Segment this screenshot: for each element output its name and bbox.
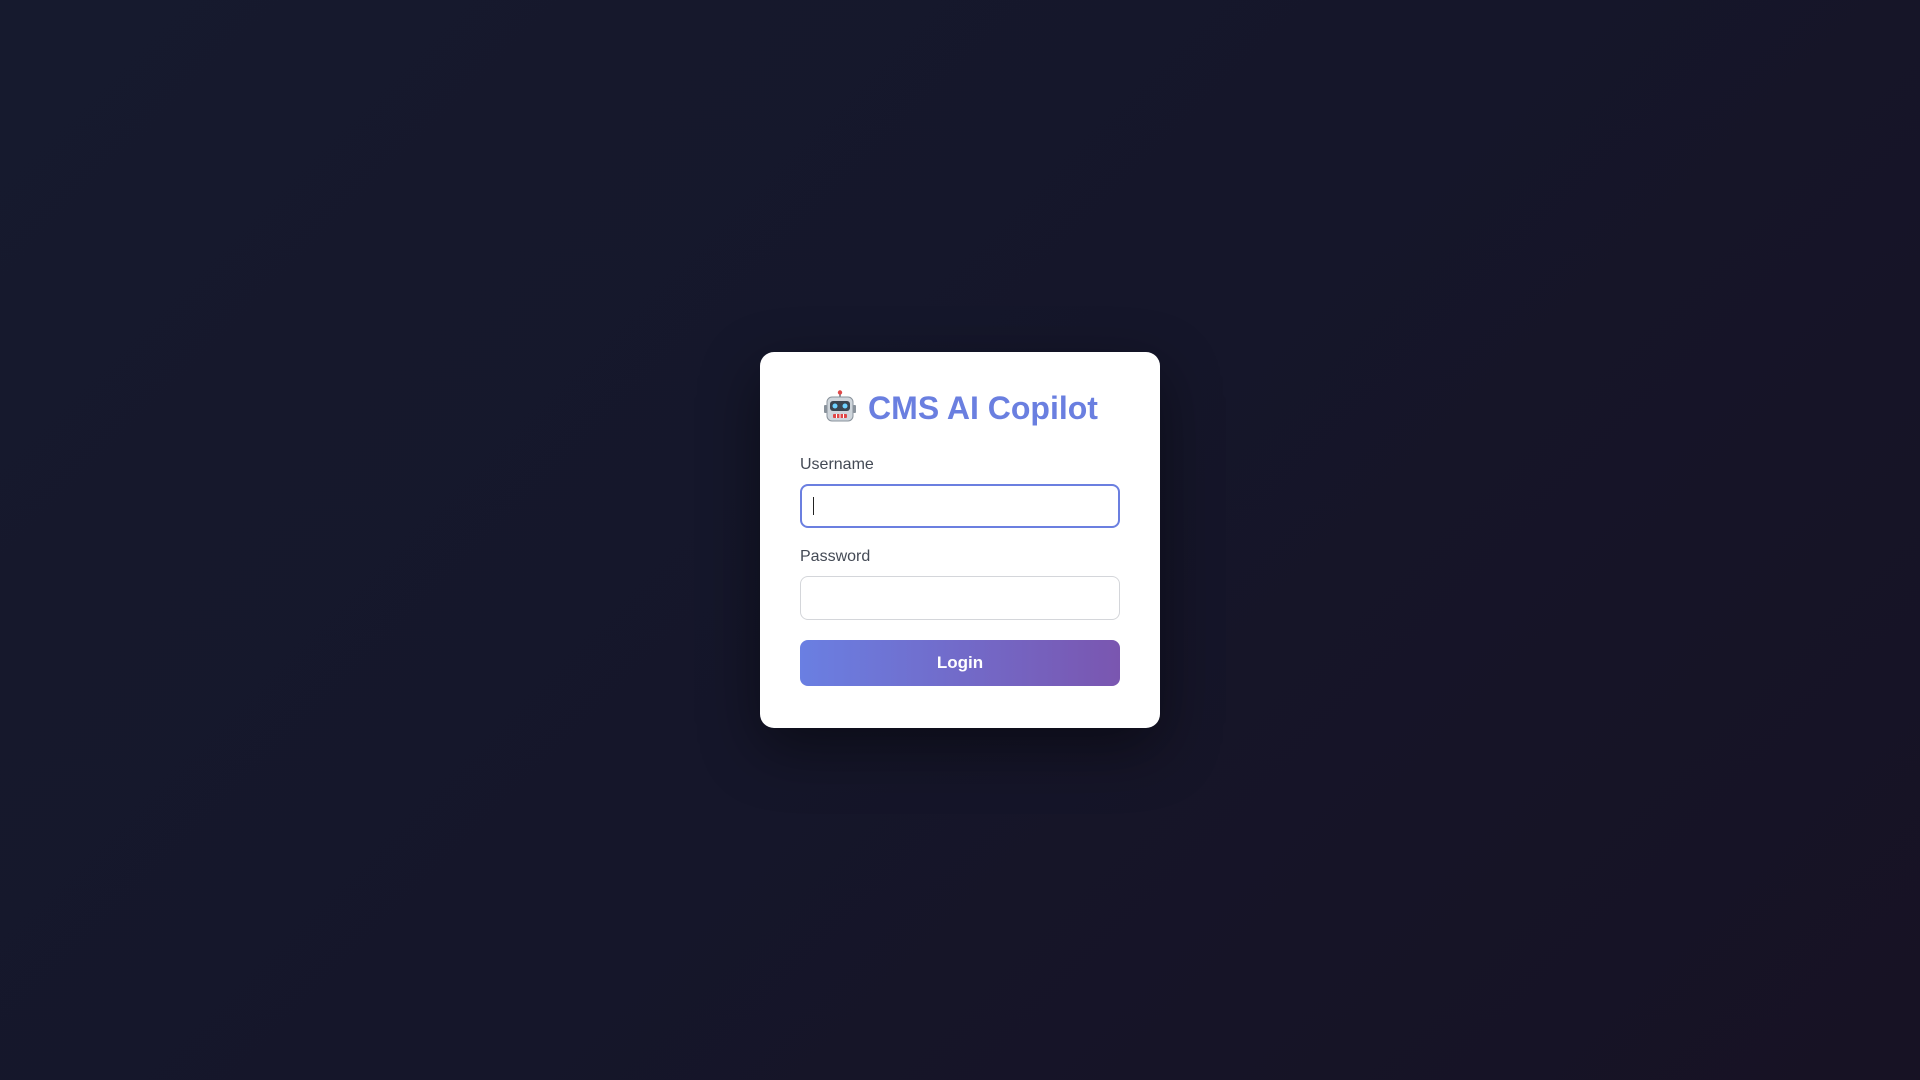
login-title-text: CMS AI Copilot [868, 389, 1098, 426]
login-button[interactable]: Login [800, 640, 1120, 686]
username-label: Username [800, 456, 874, 473]
login-title: CMS AI Copilot [800, 388, 1120, 428]
password-label: Password [800, 548, 871, 565]
robot-icon [824, 390, 857, 422]
username-field-group: Username [800, 456, 1120, 528]
password-field-group: Password [800, 548, 1120, 620]
username-input[interactable] [800, 484, 1120, 528]
login-card: CMS AI Copilot Username Password Login [760, 352, 1160, 728]
text-caret [813, 497, 814, 515]
password-input[interactable] [800, 576, 1120, 620]
